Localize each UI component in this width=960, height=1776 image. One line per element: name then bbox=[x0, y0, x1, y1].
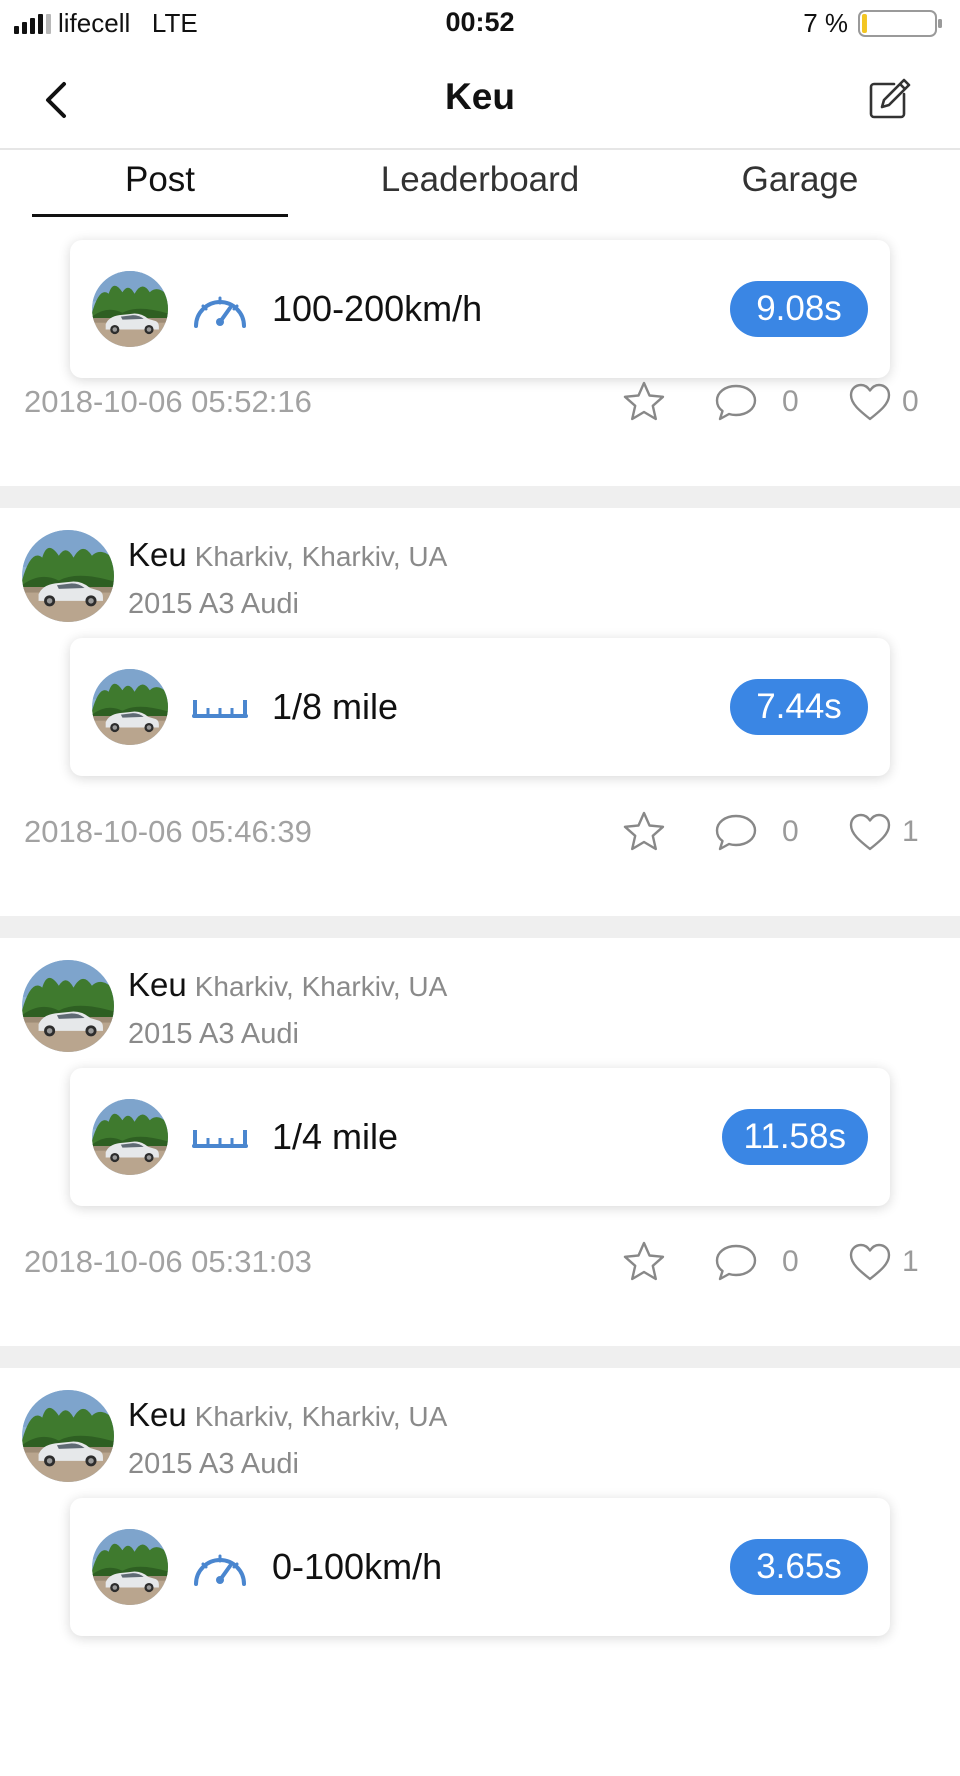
post-separator bbox=[0, 916, 960, 938]
result-time-badge: 9.08s bbox=[730, 281, 868, 337]
edit-button[interactable] bbox=[864, 74, 914, 124]
user-name[interactable]: Keu Kharkiv, Kharkiv, UA bbox=[128, 966, 447, 1004]
favorite-button[interactable] bbox=[620, 808, 668, 856]
result-time-badge: 7.44s bbox=[730, 679, 868, 735]
result-time-badge: 3.65s bbox=[730, 1539, 868, 1595]
edit-icon bbox=[869, 78, 911, 119]
post-footer: 2018-10-06 05:31:03 0 1 bbox=[0, 1232, 960, 1292]
post-separator bbox=[0, 486, 960, 508]
result-label: 100-200km/h bbox=[272, 288, 483, 329]
speedometer-icon bbox=[194, 1554, 246, 1586]
post-timestamp: 2018-10-06 05:31:03 bbox=[24, 1244, 312, 1279]
like-button[interactable]: 1 bbox=[846, 1238, 936, 1286]
heart-icon bbox=[849, 813, 891, 851]
result-label: 0-100km/h bbox=[272, 1546, 443, 1587]
result-card[interactable]: 100-200km/h 9.08s bbox=[70, 240, 890, 378]
like-count: 1 bbox=[902, 1245, 919, 1278]
comment-button[interactable]: 0 bbox=[712, 378, 802, 426]
post-item: Keu Kharkiv, Kharkiv, UA 2015 A3 Audi 1/4… bbox=[0, 938, 960, 1346]
user-name-text: Keu bbox=[128, 1396, 187, 1433]
post-footer: 2018-10-06 05:46:39 0 1 bbox=[0, 802, 960, 862]
user-car: 2015 A3 Audi bbox=[128, 1018, 299, 1050]
like-count: 1 bbox=[902, 815, 919, 848]
comment-count: 0 bbox=[782, 815, 799, 848]
user-location: Kharkiv, Kharkiv, UA bbox=[194, 971, 448, 1002]
result-time-badge: 11.58s bbox=[721, 1109, 868, 1165]
post-header[interactable]: Keu Kharkiv, Kharkiv, UA 2015 A3 Audi bbox=[0, 530, 960, 630]
star-icon bbox=[623, 811, 665, 851]
result-card[interactable]: 0-100km/h 3.65s bbox=[70, 1498, 890, 1636]
heart-icon bbox=[849, 1243, 891, 1281]
post-item: Keu Kharkiv, Kharkiv, UA 2015 A3 Audi 0-1… bbox=[0, 1368, 960, 1776]
comment-icon bbox=[715, 384, 757, 421]
ruler-icon bbox=[192, 698, 248, 718]
avatar[interactable] bbox=[22, 1390, 114, 1482]
post-timestamp: 2018-10-06 05:46:39 bbox=[24, 814, 312, 849]
user-car: 2015 A3 Audi bbox=[128, 588, 299, 620]
user-name[interactable]: Keu Kharkiv, Kharkiv, UA bbox=[128, 1396, 447, 1434]
star-icon bbox=[623, 1241, 665, 1281]
comment-button[interactable]: 0 bbox=[712, 1238, 802, 1286]
post-item: 100-200km/h 9.08s 2018-10-06 05:52:16 0 … bbox=[0, 222, 960, 446]
avatar[interactable] bbox=[22, 960, 114, 1052]
car-avatar bbox=[92, 1099, 168, 1175]
car-avatar bbox=[92, 669, 168, 745]
active-tab-indicator bbox=[32, 214, 288, 217]
favorite-button[interactable] bbox=[620, 378, 668, 426]
star-icon bbox=[623, 381, 665, 421]
user-car: 2015 A3 Audi bbox=[128, 1448, 299, 1480]
nav-bar: Keu bbox=[0, 52, 960, 150]
post-timestamp: 2018-10-06 05:52:16 bbox=[24, 384, 312, 419]
result-label: 1/8 mile bbox=[272, 686, 399, 727]
post-separator bbox=[0, 1346, 960, 1368]
comment-button[interactable]: 0 bbox=[712, 808, 802, 856]
user-name[interactable]: Keu Kharkiv, Kharkiv, UA bbox=[128, 536, 447, 574]
post-header[interactable]: Keu Kharkiv, Kharkiv, UA 2015 A3 Audi bbox=[0, 1390, 960, 1490]
like-count: 0 bbox=[902, 385, 919, 418]
ruler-icon bbox=[192, 1128, 248, 1148]
result-label: 1/4 mile bbox=[272, 1116, 399, 1157]
tab-garage[interactable]: Garage bbox=[650, 160, 950, 200]
post-footer: 2018-10-06 05:52:16 0 0 bbox=[0, 372, 960, 432]
comment-icon bbox=[715, 1244, 757, 1281]
user-name-text: Keu bbox=[128, 536, 187, 573]
status-bar: lifecell LTE 00:52 7 % bbox=[0, 0, 960, 52]
car-avatar bbox=[92, 1529, 168, 1605]
tab-post[interactable]: Post bbox=[10, 160, 310, 200]
like-button[interactable]: 1 bbox=[846, 808, 936, 856]
comment-count: 0 bbox=[782, 385, 799, 418]
user-name-text: Keu bbox=[128, 966, 187, 1003]
user-location: Kharkiv, Kharkiv, UA bbox=[194, 541, 448, 572]
comment-icon bbox=[715, 814, 757, 851]
page-title: Keu bbox=[445, 76, 515, 117]
user-location: Kharkiv, Kharkiv, UA bbox=[194, 1401, 448, 1432]
result-card[interactable]: 1/4 mile 11.58s bbox=[70, 1068, 890, 1206]
result-card[interactable]: 1/8 mile 7.44s bbox=[70, 638, 890, 776]
favorite-button[interactable] bbox=[620, 1238, 668, 1286]
heart-icon bbox=[849, 383, 891, 421]
tab-bar: Post Leaderboard Garage bbox=[0, 150, 960, 220]
car-avatar bbox=[92, 271, 168, 347]
like-button[interactable]: 0 bbox=[846, 378, 936, 426]
avatar[interactable] bbox=[22, 530, 114, 622]
post-header[interactable]: Keu Kharkiv, Kharkiv, UA 2015 A3 Audi bbox=[0, 960, 960, 1060]
comment-count: 0 bbox=[782, 1245, 799, 1278]
battery-percent: 7 % bbox=[803, 8, 848, 38]
speedometer-icon bbox=[194, 296, 246, 328]
tab-leaderboard[interactable]: Leaderboard bbox=[330, 160, 630, 200]
post-item: Keu Kharkiv, Kharkiv, UA 2015 A3 Audi 1/8… bbox=[0, 508, 960, 916]
battery-icon bbox=[858, 10, 942, 37]
